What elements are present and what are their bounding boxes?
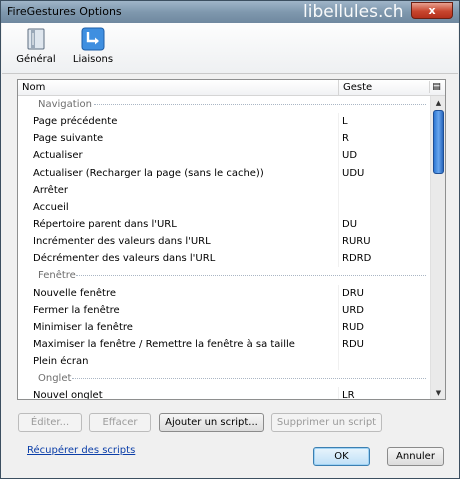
list-group-header: Onglet — [18, 370, 430, 387]
list-row[interactable]: Répertoire parent dans l'URL DU — [18, 215, 430, 234]
gesture-value: L — [342, 116, 348, 128]
list-header: Nom Geste ▤ — [18, 80, 445, 96]
column-gridline — [338, 301, 339, 319]
column-picker-icon[interactable]: ▤ — [429, 81, 443, 93]
window-title: FireGestures Options — [7, 5, 122, 18]
gesture-value: RUD — [342, 321, 364, 333]
command-name: Nouvelle fenêtre — [33, 287, 117, 299]
scroll-up-icon[interactable]: ▲ — [431, 96, 445, 110]
group-label: Fenêtre — [38, 270, 76, 282]
list-row[interactable]: Incrémenter des valeurs dans l'URL RURU — [18, 233, 430, 251]
edit-button[interactable]: Éditer... — [18, 413, 82, 432]
scroll-down-icon[interactable]: ▼ — [431, 386, 445, 399]
column-gridline — [338, 181, 339, 199]
command-name: Incrémenter des valeurs dans l'URL — [33, 236, 211, 248]
gesture-value: RURU — [342, 236, 371, 248]
cancel-button[interactable]: Annuler — [387, 447, 444, 466]
column-gridline — [338, 250, 339, 268]
close-button[interactable]: x — [411, 2, 453, 19]
command-name: Nouvel onglet — [33, 390, 103, 400]
column-gridline — [338, 318, 339, 336]
gesture-value: RDU — [342, 338, 364, 350]
column-gridline — [338, 113, 339, 131]
column-gridline — [338, 164, 339, 182]
vertical-scrollbar[interactable]: ▲ ▼ — [430, 96, 445, 399]
scroll-thumb[interactable] — [433, 110, 444, 174]
column-gridline — [338, 335, 339, 354]
column-gridline — [338, 198, 339, 216]
toolbar: Général Liaisons — [2, 23, 458, 74]
column-gridline — [338, 233, 339, 251]
command-name: Actualiser (Recharger la page (sans le c… — [33, 167, 264, 179]
command-name: Arrêter — [33, 184, 69, 196]
remove-script-button[interactable]: Supprimer un script — [271, 413, 382, 432]
column-gridline — [338, 130, 339, 148]
gesture-value: DU — [342, 218, 358, 230]
list-row[interactable]: Arrêter — [18, 181, 430, 199]
command-name: Maximiser la fenêtre / Remettre la fenêt… — [33, 338, 295, 350]
list-row[interactable]: Nouvel onglet LR — [18, 387, 430, 400]
column-divider[interactable] — [338, 80, 339, 95]
column-gridline — [338, 215, 339, 234]
command-name: Minimiser la fenêtre — [33, 321, 133, 333]
delete-button[interactable]: Effacer — [89, 413, 151, 432]
add-script-button[interactable]: Ajouter un script... — [159, 413, 264, 432]
command-name: Page précédente — [33, 116, 118, 128]
gesture-value: UD — [342, 150, 358, 162]
column-gridline — [338, 284, 339, 302]
group-label: Navigation — [38, 99, 92, 110]
gesture-list[interactable]: Nom Geste ▤ Navigation Page précédente L Pa… — [17, 79, 446, 400]
gesture-value: UDU — [342, 167, 365, 179]
list-group-header: Fenêtre — [18, 267, 430, 284]
command-name: Plein écran — [33, 356, 89, 368]
group-separator — [76, 275, 426, 277]
column-gridline — [338, 353, 339, 371]
command-name: Page suivante — [33, 133, 104, 145]
group-separator — [94, 104, 426, 105]
group-label: Onglet — [38, 373, 72, 385]
general-settings-icon — [27, 28, 45, 50]
list-row[interactable]: Actualiser UD — [18, 147, 430, 165]
tab-general[interactable]: Général — [12, 27, 60, 71]
tab-bindings[interactable]: Liaisons — [69, 27, 117, 71]
title-bar[interactable]: FireGestures Options libellules.ch x — [1, 1, 459, 23]
gesture-value: URD — [342, 304, 364, 316]
list-row[interactable]: Fermer la fenêtre URD — [18, 301, 430, 319]
bindings-icon — [81, 27, 105, 51]
list-row[interactable]: Accueil — [18, 198, 430, 216]
list-row[interactable]: Page précédente L — [18, 113, 430, 131]
gesture-value: LR — [342, 390, 355, 400]
command-name: Actualiser — [33, 150, 83, 162]
list-row[interactable]: Maximiser la fenêtre / Remettre la fenêt… — [18, 335, 430, 354]
command-name: Décrémenter des valeurs dans l'URL — [33, 253, 216, 265]
group-separator — [72, 378, 426, 380]
command-name: Fermer la fenêtre — [33, 304, 120, 316]
ok-button[interactable]: OK — [313, 447, 370, 466]
list-rows: Navigation Page précédente L Page suivante R… — [18, 96, 430, 400]
tab-bindings-label: Liaisons — [72, 54, 114, 65]
column-header-name[interactable]: Nom — [22, 82, 45, 93]
list-group-header: Navigation — [18, 96, 430, 113]
gesture-value: RDRD — [342, 253, 372, 265]
column-gridline — [338, 147, 339, 165]
watermark: libellules.ch — [303, 2, 404, 22]
list-row[interactable]: Décrémenter des valeurs dans l'URL RDRD — [18, 250, 430, 268]
column-header-gesture[interactable]: Geste — [343, 82, 372, 93]
command-name: Répertoire parent dans l'URL — [33, 218, 177, 230]
list-row[interactable]: Minimiser la fenêtre RUD — [18, 318, 430, 336]
options-window: FireGestures Options libellules.ch x Gén… — [0, 0, 460, 479]
list-row[interactable]: Actualiser (Recharger la page (sans le c… — [18, 164, 430, 182]
gesture-value: DRU — [342, 287, 364, 299]
tab-general-label: Général — [16, 54, 56, 65]
recover-scripts-link[interactable]: Récupérer des scripts — [27, 445, 135, 456]
list-row[interactable]: Nouvelle fenêtre DRU — [18, 284, 430, 302]
list-row[interactable]: Plein écran — [18, 353, 430, 371]
column-gridline — [338, 387, 339, 399]
command-name: Accueil — [33, 201, 69, 213]
list-row[interactable]: Page suivante R — [18, 130, 430, 148]
gesture-value: R — [342, 133, 349, 145]
